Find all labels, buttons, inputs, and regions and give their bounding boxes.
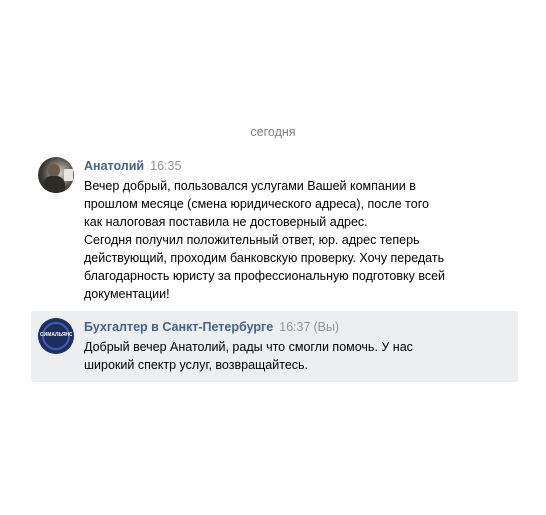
avatar[interactable]: СИМАЛЬЯНС — [38, 318, 74, 354]
message-time[interactable]: 16:37 — [279, 320, 310, 334]
date-separator: сегодня — [250, 125, 296, 139]
message-line: благодарность юристу за профессиональную… — [84, 269, 446, 283]
message-line: Сегодня получил положительный ответ, юр.… — [84, 233, 420, 247]
message-text: Добрый вечер Анатолий, рады что смогли п… — [84, 338, 504, 374]
message-header: Бухгалтер в Санкт-Петербурге 16:37 (Вы) — [84, 320, 339, 334]
message-line: Добрый вечер Анатолий, рады что смогли п… — [84, 340, 413, 354]
message-header: Анатолий 16:35 — [84, 159, 181, 173]
message-line: прошлом месяце (смена юридического адрес… — [84, 197, 429, 211]
logo-text: СИМАЛЬЯНС — [40, 332, 72, 338]
message-text: Вечер добрый, пользовался услугами Вашей… — [84, 177, 504, 303]
you-label: (Вы) — [313, 320, 340, 334]
message-line: действующий, проходим банковскую проверк… — [84, 251, 445, 265]
chat-history: сегодня Анатолий 16:35 Вечер добрый, поль… — [0, 0, 546, 515]
author-name[interactable]: Бухгалтер в Санкт-Петербурге — [84, 320, 273, 334]
author-name[interactable]: Анатолий — [84, 159, 144, 173]
message-item-selected[interactable]: СИМАЛЬЯНС Бухгалтер в Санкт-Петербурге 16… — [31, 311, 518, 382]
message-line: документации! — [84, 287, 170, 301]
message-line: Вечер добрый, пользовался услугами Вашей… — [84, 179, 416, 193]
avatar-body-shape — [43, 176, 65, 193]
message-item[interactable]: Анатолий 16:35 Вечер добрый, пользовался … — [31, 150, 518, 303]
message-line: как налоговая поставила не достоверный а… — [84, 215, 368, 229]
message-line: широкий спектр услуг, возвращайтесь. — [84, 358, 309, 372]
avatar-monitor-shape — [64, 169, 73, 181]
message-time[interactable]: 16:35 — [150, 159, 181, 173]
avatar[interactable] — [38, 157, 74, 193]
